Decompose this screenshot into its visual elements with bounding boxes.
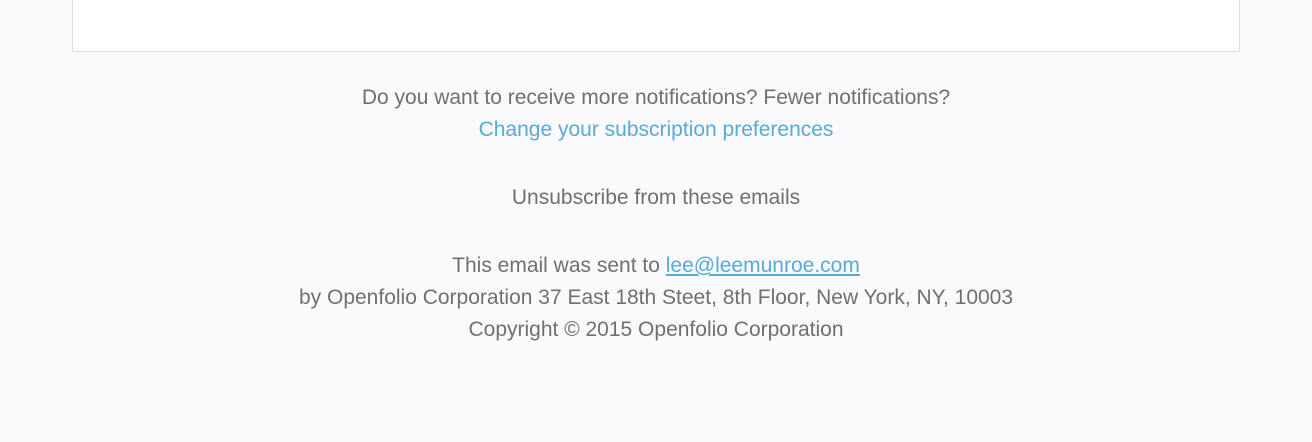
notifications-question: Do you want to receive more notification… [361, 86, 951, 109]
change-subscription-preferences-link[interactable]: Change your subscription preferences [479, 118, 834, 141]
recipient-email-link[interactable]: lee@leemunroe.com [666, 254, 860, 277]
sent-to-line: This email was sent to lee@leemunroe.com [0, 250, 1312, 282]
company-address: by Openfolio Corporation 37 East 18th St… [298, 286, 1014, 309]
copyright-notice: Copyright © 2015 Openfolio Corporation [468, 318, 844, 341]
email-footer: Do you want to receive more notification… [0, 82, 1312, 346]
sent-to-prefix: This email was sent to [452, 254, 666, 277]
unsubscribe-link[interactable]: Unsubscribe from these emails [512, 186, 800, 209]
email-content-card [72, 0, 1240, 52]
